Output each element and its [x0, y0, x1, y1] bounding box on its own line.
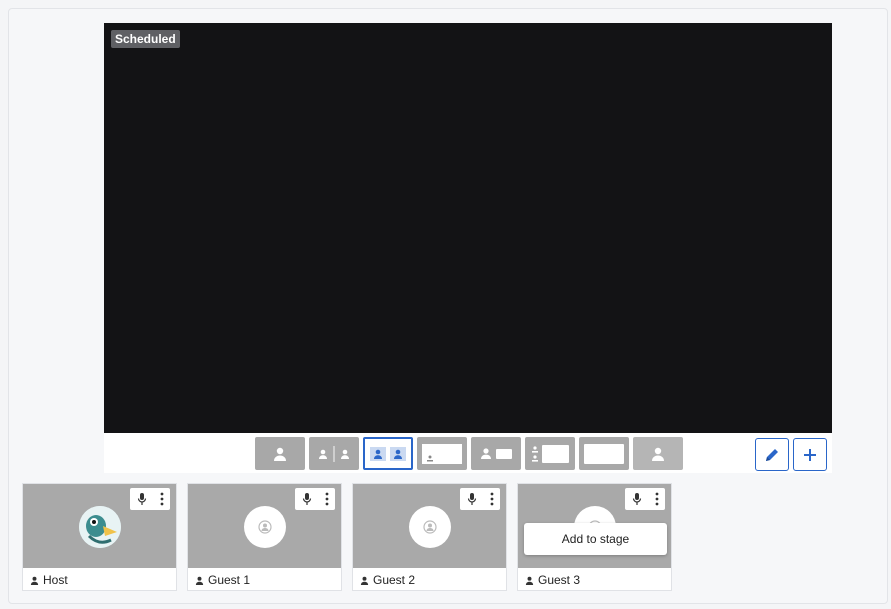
person-icon [195, 576, 204, 585]
layout-pip-button[interactable] [417, 437, 467, 470]
more-options-icon[interactable] [490, 492, 494, 506]
microphone-icon[interactable] [632, 492, 642, 506]
screen-icon [584, 443, 624, 464]
layout-toolbar [104, 433, 832, 473]
layout-split-button[interactable] [309, 437, 359, 470]
layout-group-button[interactable] [363, 437, 413, 470]
avatar [244, 506, 286, 548]
person-icon [30, 576, 39, 585]
status-badge: Scheduled [111, 30, 180, 48]
person-icon [652, 447, 664, 461]
participant-controls [295, 488, 335, 510]
layout-solo-button[interactable] [633, 437, 683, 470]
microphone-icon[interactable] [302, 492, 312, 506]
edit-button[interactable] [755, 438, 789, 471]
person-icon [360, 576, 369, 585]
more-options-icon[interactable] [655, 492, 659, 506]
duck-avatar-icon [79, 506, 121, 548]
two-person-icon [319, 445, 349, 462]
participant-name-row: Guest 1 [188, 570, 341, 590]
participant-name: Guest 1 [208, 573, 251, 587]
more-options-icon[interactable] [160, 492, 164, 506]
participant-card-host[interactable]: Host [22, 483, 177, 591]
participant-name-row: Guest 3 [518, 570, 671, 590]
participant-controls [625, 488, 665, 510]
participant-card-guest-3[interactable]: Add to stage Guest 3 [517, 483, 672, 591]
participant-video [353, 484, 506, 568]
participant-video [188, 484, 341, 568]
stage-preview: Scheduled [104, 23, 832, 433]
participant-video: Add to stage [518, 484, 671, 568]
participant-name: Guest 2 [373, 573, 416, 587]
pip-icon [422, 443, 462, 464]
participant-card-guest-1[interactable]: Guest 1 [187, 483, 342, 591]
participant-controls [130, 488, 170, 510]
person-icon [274, 447, 286, 461]
avatar [409, 506, 451, 548]
participant-controls [460, 488, 500, 510]
add-button[interactable] [793, 438, 827, 471]
participant-name: Host [43, 573, 68, 587]
person-icon [525, 576, 534, 585]
pencil-icon [766, 448, 778, 461]
participant-name: Guest 3 [538, 573, 581, 587]
plus-icon [804, 448, 816, 461]
participant-name-row: Host [23, 570, 176, 590]
side-by-side-icon [481, 447, 512, 459]
microphone-icon[interactable] [137, 492, 147, 506]
layout-fullscreen-button[interactable] [579, 437, 629, 470]
two-person-icon [370, 446, 406, 461]
layout-side-by-side-button[interactable] [471, 437, 521, 470]
user-avatar-icon [258, 520, 272, 534]
user-avatar-icon [423, 520, 437, 534]
participant-video [23, 484, 176, 568]
more-options-icon[interactable] [325, 492, 329, 506]
participant-card-guest-2[interactable]: Guest 2 [352, 483, 507, 591]
microphone-icon[interactable] [467, 492, 477, 506]
avatar [79, 506, 121, 548]
add-to-stage-button[interactable]: Add to stage [524, 523, 667, 555]
layout-sidebar-button[interactable] [525, 437, 575, 470]
layout-single-button[interactable] [255, 437, 305, 470]
participant-name-row: Guest 2 [353, 570, 506, 590]
sidebar-layout-icon [532, 444, 569, 463]
